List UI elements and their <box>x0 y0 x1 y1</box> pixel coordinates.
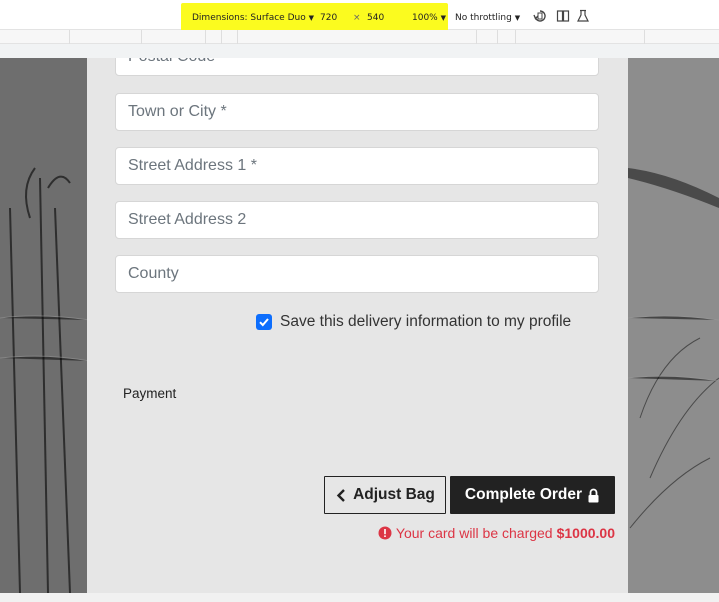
county-field[interactable]: County <box>115 255 599 293</box>
charge-notice-text: Your card will be charged <box>395 525 553 541</box>
exclamation-circle-icon <box>378 526 392 540</box>
complete-order-button[interactable]: Complete Order <box>450 476 615 514</box>
adjust-bag-button[interactable]: Adjust Bag <box>324 476 446 514</box>
zoom-value: 100% <box>412 13 438 23</box>
postal-code-field[interactable]: Postal Code <box>115 58 599 76</box>
device-width-input[interactable]: 720 <box>320 13 337 23</box>
postal-code-placeholder: Postal Code <box>128 58 215 66</box>
chevron-left-icon <box>335 488 348 503</box>
dual-screen-icon[interactable] <box>556 9 570 23</box>
device-dimensions-label: Dimensions: Surface Duo <box>192 13 306 23</box>
ruler-tick <box>515 30 516 44</box>
devtools-ruler <box>0 30 719 44</box>
save-info-checkbox[interactable] <box>256 314 272 330</box>
street-address-1-placeholder: Street Address 1 * <box>128 157 257 174</box>
lock-icon <box>587 488 600 503</box>
sensors-icon[interactable] <box>576 9 590 23</box>
throttling-value: No throttling <box>455 13 512 23</box>
dimension-separator: × <box>353 13 361 23</box>
ruler-tick <box>141 30 142 44</box>
adjust-bag-label: Adjust Bag <box>353 486 435 503</box>
charge-amount: $1000.00 <box>556 525 615 541</box>
caret-down-icon: ▼ <box>514 14 521 22</box>
ruler-tick <box>69 30 70 44</box>
ruler-tick <box>644 30 645 44</box>
complete-order-label: Complete Order <box>464 486 583 503</box>
checkmark-icon <box>259 318 269 327</box>
county-placeholder: County <box>128 265 179 282</box>
rotate-icon[interactable] <box>533 9 547 23</box>
ruler-tick <box>237 30 238 44</box>
ruler-tick <box>476 30 477 44</box>
street-address-2-placeholder: Street Address 2 <box>128 211 247 228</box>
devtools-device-toolbar: Dimensions: Surface Duo ▼ 720 × 540 100%… <box>0 0 719 33</box>
street-address-2-field[interactable]: Street Address 2 <box>115 201 599 239</box>
device-dimensions-dropdown[interactable]: Dimensions: Surface Duo ▼ <box>192 13 314 23</box>
bottom-strip <box>0 593 719 602</box>
throttling-dropdown[interactable]: No throttling ▼ <box>455 13 520 23</box>
save-info-label[interactable]: Save this delivery information to my pro… <box>280 313 571 331</box>
ruler-tick <box>497 30 498 44</box>
town-or-city-field[interactable]: Town or City * <box>115 93 599 131</box>
caret-down-icon: ▼ <box>308 14 314 22</box>
device-height-input[interactable]: 540 <box>367 13 384 23</box>
ruler-tick <box>221 30 222 44</box>
town-or-city-placeholder: Town or City * <box>128 103 227 120</box>
checkout-panel: Postal Code Town or City * Street Addres… <box>87 58 628 593</box>
viewport-gap <box>0 44 719 58</box>
street-address-1-field[interactable]: Street Address 1 * <box>115 147 599 185</box>
page-viewport: Postal Code Town or City * Street Addres… <box>0 58 719 593</box>
zoom-dropdown[interactable]: 100% ▼ <box>412 13 446 23</box>
caret-down-icon: ▼ <box>440 14 446 22</box>
charge-notice: Your card will be charged $1000.00 <box>377 524 615 542</box>
ruler-tick <box>205 30 206 44</box>
payment-section-label: Payment <box>123 386 177 401</box>
